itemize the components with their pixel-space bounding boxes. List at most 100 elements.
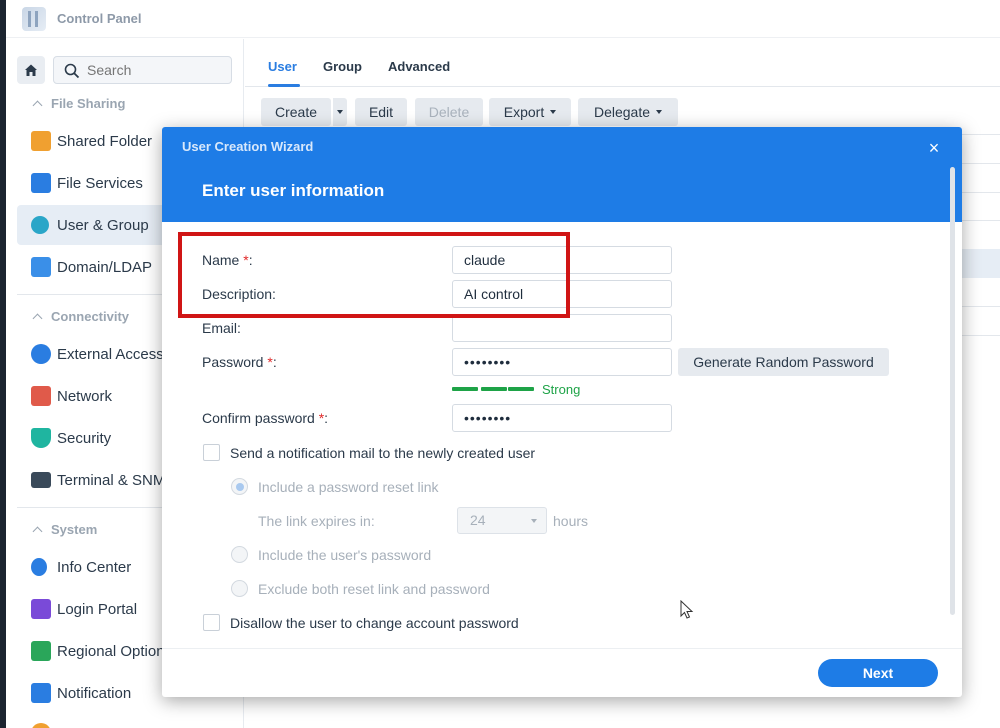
strength-bar-segment xyxy=(508,387,534,391)
highlight-annotation-box xyxy=(178,232,570,318)
send-notification-checkbox[interactable] xyxy=(203,444,220,461)
tab-user[interactable]: User xyxy=(268,59,297,74)
grid-row-line xyxy=(961,306,1000,307)
section-title: File Sharing xyxy=(51,95,126,111)
user-group-icon xyxy=(31,216,49,234)
delegate-label: Delegate xyxy=(593,104,651,120)
section-title: Connectivity xyxy=(51,308,130,324)
confirm-label-text: Confirm password xyxy=(202,410,315,426)
tab-group[interactable]: Group xyxy=(323,59,362,74)
disallow-change-checkbox[interactable] xyxy=(203,614,220,631)
grid-row-line xyxy=(961,335,1000,336)
grid-row-line xyxy=(961,163,1000,164)
password-label-text: Password xyxy=(202,354,264,370)
close-icon[interactable]: × xyxy=(924,138,944,158)
expires-hours-select[interactable]: 24 xyxy=(457,507,547,534)
password-strength-label: Strong xyxy=(542,382,581,397)
sidebar-item-label: Domain/LDAP xyxy=(57,258,153,276)
chevron-up-icon xyxy=(32,313,43,323)
network-icon xyxy=(31,386,51,406)
wizard-heading: Enter user information xyxy=(202,181,385,200)
section-file-sharing[interactable]: File Sharing xyxy=(32,94,126,112)
tab-bar: User Group Advanced xyxy=(245,39,1000,87)
shared-folder-icon xyxy=(31,131,51,151)
sidebar-item-label: User & Group xyxy=(57,216,149,234)
sidebar-item-label: Shared Folder xyxy=(57,132,153,150)
sidebar-item-label: External Access xyxy=(57,345,164,363)
export-label: Export xyxy=(503,104,545,120)
sidebar-item-label: Login Portal xyxy=(57,600,138,618)
control-panel-icon xyxy=(22,7,46,31)
caret-down-icon xyxy=(337,110,343,114)
security-shield-icon xyxy=(31,428,51,448)
include-reset-link-label: Include a password reset link xyxy=(258,479,439,495)
hours-label: hours xyxy=(553,513,589,529)
create-dropdown-button[interactable] xyxy=(333,98,347,126)
selected-row[interactable] xyxy=(961,249,1000,278)
info-icon xyxy=(31,558,47,576)
sidebar-item-label: Notification xyxy=(57,684,132,702)
sidebar-item-label: File Services xyxy=(57,174,143,192)
chevron-up-icon xyxy=(32,526,43,536)
app-title: Control Panel xyxy=(57,11,142,26)
login-portal-icon xyxy=(31,599,51,619)
strength-bar-segment xyxy=(481,387,507,391)
caret-down-icon xyxy=(656,110,663,114)
search-box[interactable] xyxy=(53,56,232,84)
exclude-both-label: Exclude both reset link and password xyxy=(258,581,490,597)
home-icon xyxy=(25,64,37,76)
password-label: Password *: xyxy=(202,354,277,370)
sidebar-item-label: Info Center xyxy=(57,558,132,576)
send-notification-label: Send a notification mail to the newly cr… xyxy=(230,445,536,461)
section-connectivity[interactable]: Connectivity xyxy=(32,307,130,325)
caret-down-icon xyxy=(531,519,537,523)
mouse-cursor-icon xyxy=(680,600,694,619)
partial-item-icon xyxy=(31,723,51,728)
active-tab-indicator xyxy=(268,84,300,87)
label-suffix: : xyxy=(272,354,277,370)
strength-bar-segment xyxy=(452,387,478,391)
chevron-up-icon xyxy=(32,100,43,110)
regional-options-icon xyxy=(31,641,51,661)
expires-value: 24 xyxy=(470,512,486,528)
file-services-icon xyxy=(31,173,51,193)
domain-ldap-icon xyxy=(31,257,51,277)
titlebar: Control Panel xyxy=(6,0,1000,38)
sidebar-item-label: Terminal & SNMP xyxy=(57,471,176,489)
grid-row-line xyxy=(961,134,1000,135)
search-input[interactable] xyxy=(87,61,227,79)
caret-down-icon xyxy=(550,110,557,114)
terminal-icon xyxy=(31,472,51,488)
grid-row-line xyxy=(961,192,1000,193)
export-button[interactable]: Export xyxy=(489,98,571,126)
create-button[interactable]: Create xyxy=(261,98,331,126)
confirm-password-field[interactable] xyxy=(452,404,672,432)
section-title: System xyxy=(51,521,98,537)
footer-divider xyxy=(162,648,962,649)
password-field[interactable] xyxy=(452,348,672,376)
edit-button[interactable]: Edit xyxy=(355,98,407,126)
email-field[interactable] xyxy=(452,314,672,342)
confirm-password-label: Confirm password *: xyxy=(202,410,328,426)
delete-button[interactable]: Delete xyxy=(415,98,483,126)
scrollbar[interactable] xyxy=(950,167,955,615)
delegate-button[interactable]: Delegate xyxy=(578,98,678,126)
disallow-change-label: Disallow the user to change account pass… xyxy=(230,615,519,631)
link-expires-label: The link expires in: xyxy=(258,513,375,529)
home-button[interactable] xyxy=(17,56,45,84)
email-label: Email: xyxy=(202,320,241,336)
include-reset-link-radio[interactable] xyxy=(231,478,248,495)
search-icon xyxy=(64,63,80,79)
include-password-radio[interactable] xyxy=(231,546,248,563)
user-creation-wizard-dialog: User Creation Wizard × Enter user inform… xyxy=(162,127,962,697)
label-suffix: : xyxy=(324,410,329,426)
section-system[interactable]: System xyxy=(32,520,98,538)
tab-advanced[interactable]: Advanced xyxy=(388,59,450,74)
exclude-both-radio[interactable] xyxy=(231,580,248,597)
generate-random-password-button[interactable]: Generate Random Password xyxy=(678,348,889,376)
external-access-icon xyxy=(31,344,51,364)
wizard-title: User Creation Wizard xyxy=(182,139,314,154)
include-password-label: Include the user's password xyxy=(258,547,432,563)
sidebar-item-label: Regional Options xyxy=(57,642,173,660)
next-button[interactable]: Next xyxy=(818,659,938,687)
